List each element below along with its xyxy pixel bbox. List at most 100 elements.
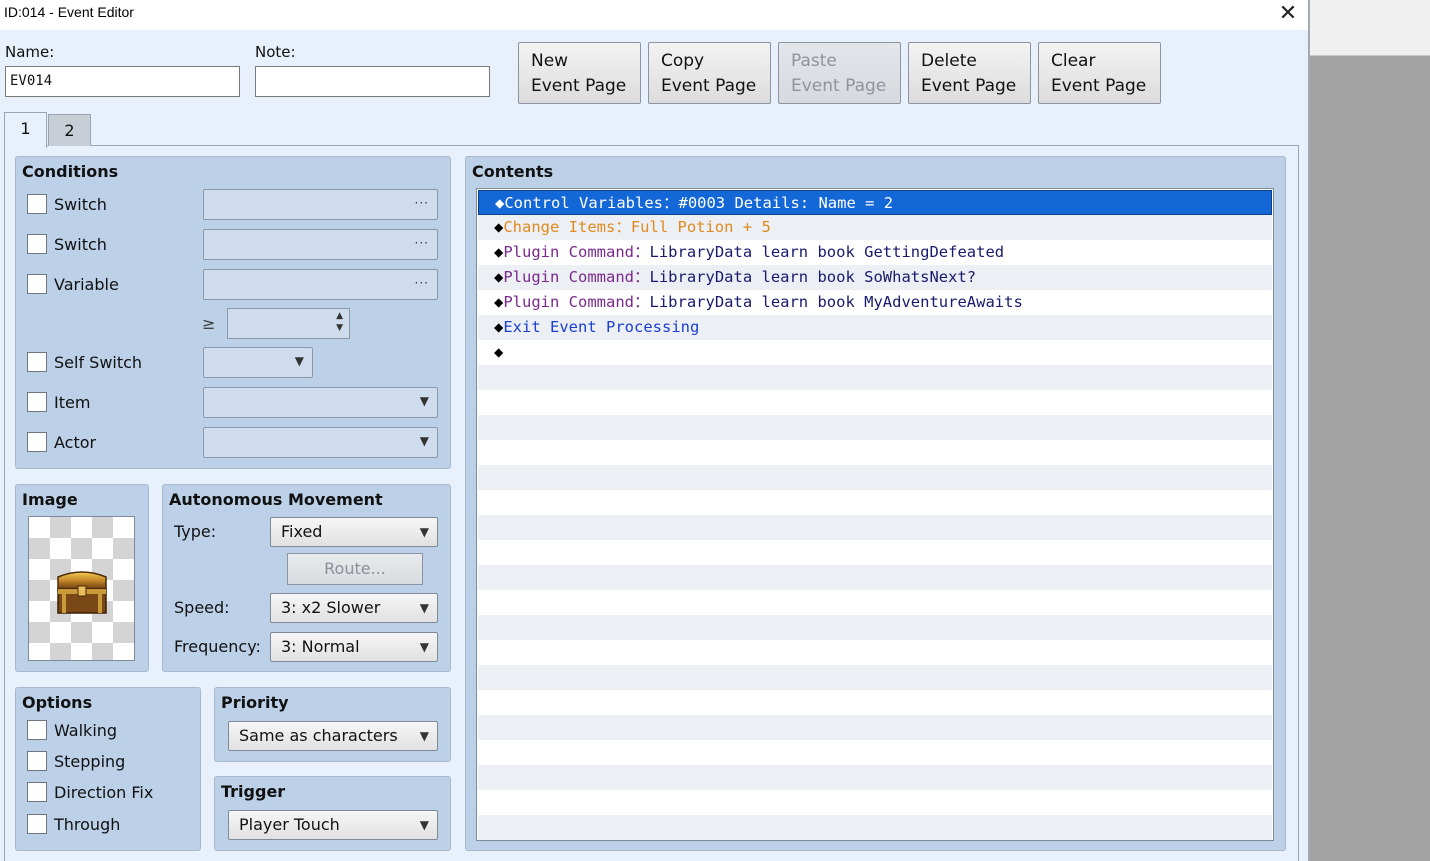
empty-row[interactable] bbox=[478, 465, 1272, 490]
priority-dropdown[interactable]: Same as characters ▼ bbox=[228, 721, 438, 751]
self-switch-checkbox[interactable] bbox=[27, 352, 47, 372]
tab-page-1[interactable]: 1 bbox=[4, 112, 47, 148]
name-input[interactable]: EV014 bbox=[5, 66, 240, 97]
title-bar: ID:014 - Event Editor ✕ bbox=[0, 0, 1308, 30]
frequency-value: 3: Normal bbox=[281, 637, 360, 656]
treasure-chest-icon bbox=[57, 571, 107, 614]
diamond-bullet-icon: ◆ bbox=[494, 343, 504, 361]
command-row[interactable]: ◆Control Variables：#0003 Details: Name =… bbox=[478, 190, 1272, 215]
delete-event-page-button[interactable]: Delete Event Page bbox=[908, 42, 1031, 104]
diamond-bullet-icon: ◆ bbox=[494, 318, 504, 336]
empty-row[interactable] bbox=[478, 665, 1272, 690]
diamond-bullet-icon: ◆ bbox=[494, 243, 504, 261]
empty-row[interactable] bbox=[478, 390, 1272, 415]
variable-value-spinner[interactable]: ▲ ▼ bbox=[227, 308, 350, 339]
movement-title: Autonomous Movement bbox=[169, 490, 383, 509]
background-window-bar bbox=[1310, 0, 1430, 56]
priority-title: Priority bbox=[221, 693, 289, 712]
command-argument: LibraryData learn book GettingDefeated bbox=[649, 243, 1005, 261]
frequency-dropdown[interactable]: 3: Normal ▼ bbox=[270, 632, 438, 662]
spin-up-icon[interactable]: ▲ bbox=[336, 311, 343, 321]
switch1-selector[interactable]: ··· bbox=[203, 189, 438, 220]
empty-row[interactable] bbox=[478, 440, 1272, 465]
speed-label: Speed: bbox=[174, 598, 230, 617]
event-command-list[interactable]: ◆Control Variables：#0003 Details: Name =… bbox=[476, 188, 1274, 841]
variable-checkbox[interactable] bbox=[27, 274, 47, 294]
chevron-down-icon: ▼ bbox=[419, 525, 429, 539]
empty-row[interactable] bbox=[478, 815, 1272, 840]
empty-row[interactable] bbox=[478, 740, 1272, 765]
stepping-checkbox[interactable] bbox=[27, 751, 47, 771]
empty-row[interactable] bbox=[478, 690, 1272, 715]
item-dropdown[interactable]: ▼ bbox=[203, 387, 438, 418]
diamond-bullet-icon: ◆ bbox=[494, 293, 504, 311]
speed-dropdown[interactable]: 3: x2 Slower ▼ bbox=[270, 593, 438, 623]
diamond-bullet-icon: ◆ bbox=[494, 218, 504, 236]
variable-selector[interactable]: ··· bbox=[203, 269, 438, 300]
self-switch-dropdown[interactable]: ▼ bbox=[203, 347, 313, 378]
new-event-page-button[interactable]: New Event Page bbox=[518, 42, 641, 104]
contents-title: Contents bbox=[472, 162, 554, 181]
switch1-checkbox[interactable] bbox=[27, 194, 47, 214]
empty-row[interactable] bbox=[478, 790, 1272, 815]
empty-row[interactable] bbox=[478, 590, 1272, 615]
walking-label: Walking bbox=[54, 721, 118, 740]
note-label: Note: bbox=[255, 43, 296, 61]
ellipsis-icon: ··· bbox=[414, 196, 429, 210]
stepping-label: Stepping bbox=[54, 752, 126, 771]
switch2-selector[interactable]: ··· bbox=[203, 229, 438, 260]
empty-row[interactable] bbox=[478, 490, 1272, 515]
close-icon[interactable]: ✕ bbox=[1270, 0, 1306, 28]
empty-row[interactable] bbox=[478, 415, 1272, 440]
empty-row[interactable] bbox=[478, 540, 1272, 565]
type-value: Fixed bbox=[281, 522, 323, 541]
command-row[interactable]: ◆Plugin Command：LibraryData learn book M… bbox=[478, 290, 1272, 315]
command-argument: LibraryData learn book MyAdventureAwaits bbox=[649, 293, 1023, 311]
empty-row[interactable] bbox=[478, 615, 1272, 640]
options-title: Options bbox=[22, 693, 93, 712]
through-label: Through bbox=[54, 815, 121, 834]
direction-fix-checkbox[interactable] bbox=[27, 782, 47, 802]
spin-down-icon[interactable]: ▼ bbox=[336, 323, 343, 333]
chevron-down-icon: ▼ bbox=[419, 640, 429, 654]
diamond-bullet-icon: ◆ bbox=[494, 268, 504, 286]
walking-checkbox[interactable] bbox=[27, 720, 47, 740]
name-label: Name: bbox=[5, 43, 55, 61]
variable-label: Variable bbox=[54, 275, 119, 294]
empty-row[interactable] bbox=[478, 565, 1272, 590]
chevron-down-icon: ▼ bbox=[419, 818, 429, 832]
route-button: Route... bbox=[287, 553, 423, 585]
command-row[interactable]: ◆Plugin Command：LibraryData learn book G… bbox=[478, 240, 1272, 265]
empty-row[interactable] bbox=[478, 640, 1272, 665]
ellipsis-icon: ··· bbox=[414, 236, 429, 250]
tab-page-2[interactable]: 2 bbox=[48, 114, 91, 146]
event-image-preview[interactable] bbox=[28, 516, 135, 661]
item-checkbox[interactable] bbox=[27, 392, 47, 412]
self-switch-label: Self Switch bbox=[54, 353, 143, 372]
chevron-down-icon: ▼ bbox=[419, 601, 429, 615]
copy-event-page-button[interactable]: Copy Event Page bbox=[648, 42, 771, 104]
command-row[interactable]: ◆Exit Event Processing bbox=[478, 315, 1272, 340]
empty-row[interactable] bbox=[478, 765, 1272, 790]
command-text: Control Variables：#0003 Details: Name = … bbox=[504, 194, 894, 212]
command-row[interactable]: ◆Change Items：Full Potion + 5 bbox=[478, 215, 1272, 240]
clear-event-page-button[interactable]: Clear Event Page bbox=[1038, 42, 1161, 104]
command-text: Plugin Command： bbox=[503, 268, 650, 286]
actor-checkbox[interactable] bbox=[27, 432, 47, 452]
chevron-down-icon: ▼ bbox=[294, 354, 304, 368]
command-text: Plugin Command： bbox=[503, 243, 650, 261]
empty-row[interactable] bbox=[478, 365, 1272, 390]
chevron-down-icon: ▼ bbox=[419, 729, 429, 743]
empty-row[interactable] bbox=[478, 715, 1272, 740]
command-row[interactable]: ◆Plugin Command：LibraryData learn book S… bbox=[478, 265, 1272, 290]
event-editor-window: ID:014 - Event Editor ✕ Name: EV014 Note… bbox=[0, 0, 1309, 861]
through-checkbox[interactable] bbox=[27, 814, 47, 834]
actor-dropdown[interactable]: ▼ bbox=[203, 427, 438, 458]
note-input[interactable] bbox=[255, 66, 490, 97]
trigger-dropdown[interactable]: Player Touch ▼ bbox=[228, 810, 438, 840]
command-argument: LibraryData learn book SoWhatsNext? bbox=[649, 268, 977, 286]
switch2-checkbox[interactable] bbox=[27, 234, 47, 254]
empty-row[interactable] bbox=[478, 515, 1272, 540]
type-dropdown[interactable]: Fixed ▼ bbox=[270, 517, 438, 547]
command-row[interactable]: ◆ bbox=[478, 340, 1272, 365]
